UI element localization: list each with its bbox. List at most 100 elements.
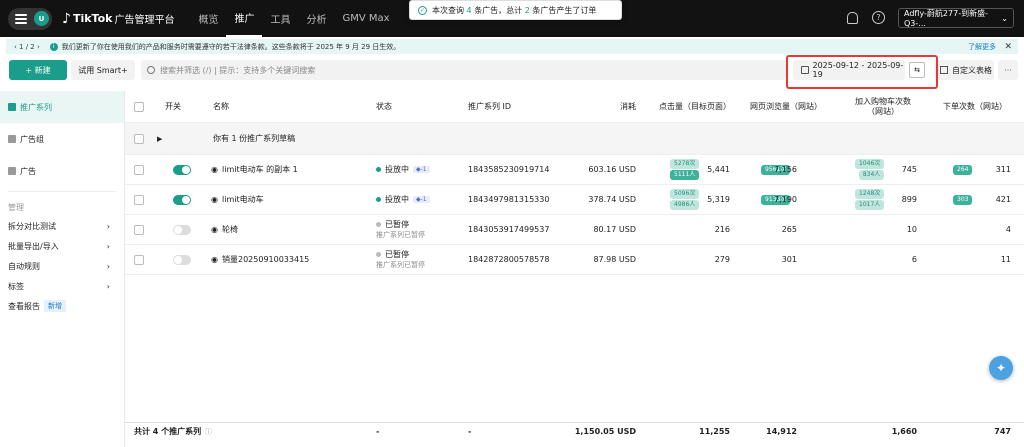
- sidebar-item-ads[interactable]: 广告: [0, 155, 124, 187]
- more-button[interactable]: ···: [998, 60, 1018, 80]
- header-orders[interactable]: 下单次数（网站）: [943, 91, 1007, 122]
- close-icon[interactable]: ✕: [1004, 42, 1012, 52]
- grid-icon: [8, 135, 16, 143]
- menu-button[interactable]: U: [8, 7, 52, 30]
- spend-value: 87.98 USD: [593, 255, 636, 264]
- campaign-icon: ◉: [211, 255, 218, 264]
- campaign-id: 1843585230919714: [468, 165, 550, 174]
- notice-pager[interactable]: ‹ 1 / 2 ›: [14, 43, 40, 51]
- assistant-icon[interactable]: ✦: [989, 356, 1013, 380]
- new-button[interactable]: + 新建: [9, 60, 67, 80]
- status-pill: ◆-1: [413, 196, 430, 203]
- search-placeholder: 搜索并筛选 (/) | 提示：支持多个关键词搜索: [160, 65, 316, 75]
- nav-gmv-max[interactable]: GMV Max: [334, 0, 397, 37]
- orders-tag: 303: [953, 185, 973, 214]
- learn-more-link[interactable]: 了解更多: [968, 42, 996, 52]
- help-icon[interactable]: ?: [872, 11, 885, 24]
- campaign-name[interactable]: 轮椅: [222, 215, 238, 244]
- table-icon: [940, 66, 948, 74]
- draft-row[interactable]: ▶ 你有 1 份推广系列草稿: [125, 123, 1024, 155]
- row-checkbox[interactable]: [134, 215, 144, 244]
- header-cart-sub: （网站）: [867, 106, 899, 116]
- sidebar-item-bulk[interactable]: 批量导出/导入 ›: [0, 236, 124, 256]
- table-row[interactable]: ◉ 轮椅 已暂停 推广系列已暂停 1843053917499537 80.17 U…: [125, 215, 1024, 245]
- nav-tools[interactable]: 工具: [262, 0, 298, 37]
- sidebar-item-label: 查看报告: [8, 301, 40, 311]
- row-checkbox[interactable]: [134, 245, 144, 274]
- draft-text: 你有 1 份推广系列草稿: [213, 134, 296, 143]
- sidebar-item-adgroups[interactable]: 广告组: [0, 123, 124, 155]
- folder-icon: [8, 103, 16, 111]
- sidebar-item-reports[interactable]: 查看报告 新增: [0, 296, 124, 316]
- logo[interactable]: ♪ TikTok 广告管理平台: [62, 11, 174, 27]
- header-status[interactable]: 状态: [376, 91, 392, 122]
- try-smart-button[interactable]: 试用 Smart+: [71, 60, 135, 80]
- orders-tag: 264: [953, 155, 973, 184]
- sidebar-item-rules[interactable]: 自动规则 ›: [0, 256, 124, 276]
- orders-value: 4: [1005, 225, 1011, 234]
- notice-banner: ‹ 1 / 2 › i 我们更新了你在使用我们的产品和服务时需要遵守的若干法律条…: [6, 39, 1018, 54]
- campaign-icon: ◉: [211, 225, 218, 234]
- help-icon[interactable]: ⓘ: [205, 423, 212, 440]
- query-toast: ✓ 本次查询 4 条广告，总计 2 条广告产生了订单: [409, 0, 622, 20]
- cart-tag: 1046次: [855, 159, 885, 169]
- campaign-name[interactable]: limit电动车 的副本 1: [222, 155, 298, 184]
- row-toggle[interactable]: [173, 155, 191, 184]
- nav-promote[interactable]: 推广: [226, 0, 263, 37]
- row-checkbox[interactable]: [134, 155, 144, 184]
- campaign-id: 1843053917499537: [468, 225, 550, 234]
- footer-views: 14,912: [766, 427, 797, 436]
- status-text: 投放中: [385, 195, 409, 204]
- clicks-value: 5,319: [707, 195, 730, 204]
- row-toggle[interactable]: [173, 215, 191, 244]
- nav-analytics[interactable]: 分析: [298, 0, 334, 37]
- cart-value: 899: [901, 195, 917, 204]
- row-checkbox[interactable]: [134, 123, 144, 154]
- row-toggle[interactable]: [173, 185, 191, 214]
- status-text: 已暂停: [385, 249, 409, 259]
- header-spend[interactable]: 消耗: [620, 91, 636, 122]
- account-name: Adfly-蔚航277-到新盛-Q3-...: [904, 9, 988, 28]
- views-value: 265: [781, 225, 797, 234]
- table-row[interactable]: ◉ limit电动车 的副本 1 投放中 ◆-1 1843585230919714…: [125, 155, 1024, 185]
- spend-value: 603.16 USD: [588, 165, 636, 174]
- header-name[interactable]: 名称: [213, 91, 229, 122]
- views-value: 301: [781, 255, 797, 264]
- cart-tag: 1248次: [855, 189, 885, 199]
- campaign-name[interactable]: limit电动车: [222, 185, 264, 214]
- nav-overview[interactable]: 概览: [190, 0, 226, 37]
- search-input[interactable]: 搜索并筛选 (/) | 提示：支持多个关键词搜索: [141, 60, 786, 80]
- views-value: 7,190: [774, 195, 797, 204]
- chevron-right-icon: ›: [106, 241, 110, 251]
- footer-cart: 1,660: [891, 427, 917, 436]
- info-icon: i: [49, 42, 58, 51]
- campaign-name[interactable]: 销量20250910033415: [222, 245, 309, 274]
- expand-icon[interactable]: ▶: [157, 123, 162, 154]
- status-text: 已暂停: [385, 219, 409, 229]
- header-cart[interactable]: 加入购物车次数 （网站）: [855, 91, 911, 122]
- custom-table-button[interactable]: 自定义表格: [934, 60, 994, 80]
- new-badge: 新增: [44, 300, 66, 312]
- hamburger-icon: [15, 13, 27, 24]
- header-clicks[interactable]: 点击量（目标页面）: [659, 91, 731, 122]
- sidebar: 推广系列 广告组 广告 管理 拆分对比测试 › 批量导出/导入 › 自动规则 › 标签…: [0, 91, 125, 447]
- header-id[interactable]: 推广系列 ID: [468, 91, 511, 122]
- bell-icon[interactable]: [847, 12, 858, 24]
- footer-status: -: [376, 427, 380, 436]
- row-toggle[interactable]: [173, 245, 191, 274]
- sidebar-item-tags[interactable]: 标签 ›: [0, 276, 124, 296]
- sidebar-item-split-test[interactable]: 拆分对比测试 ›: [0, 216, 124, 236]
- spend-value: 378.74 USD: [588, 195, 636, 204]
- footer-spend: 1,150.05 USD: [574, 427, 636, 436]
- select-all-checkbox[interactable]: [134, 91, 144, 122]
- sidebar-item-campaigns[interactable]: 推广系列: [0, 91, 124, 123]
- table-row[interactable]: ◉ limit电动车 投放中 ◆-1 1843497981315330 378.7…: [125, 185, 1024, 215]
- divider: [8, 191, 116, 192]
- orders-tag-text: 303: [953, 194, 973, 205]
- account-selector[interactable]: Adfly-蔚航277-到新盛-Q3-... ⌄: [898, 8, 1014, 28]
- header-views[interactable]: 网页浏览量（网站）: [750, 91, 822, 122]
- logo-text: TikTok: [72, 12, 113, 25]
- footer-id: -: [468, 427, 472, 436]
- row-checkbox[interactable]: [134, 185, 144, 214]
- table-row[interactable]: ◉ 销量20250910033415 已暂停 推广系列已暂停 1842872800…: [125, 245, 1024, 275]
